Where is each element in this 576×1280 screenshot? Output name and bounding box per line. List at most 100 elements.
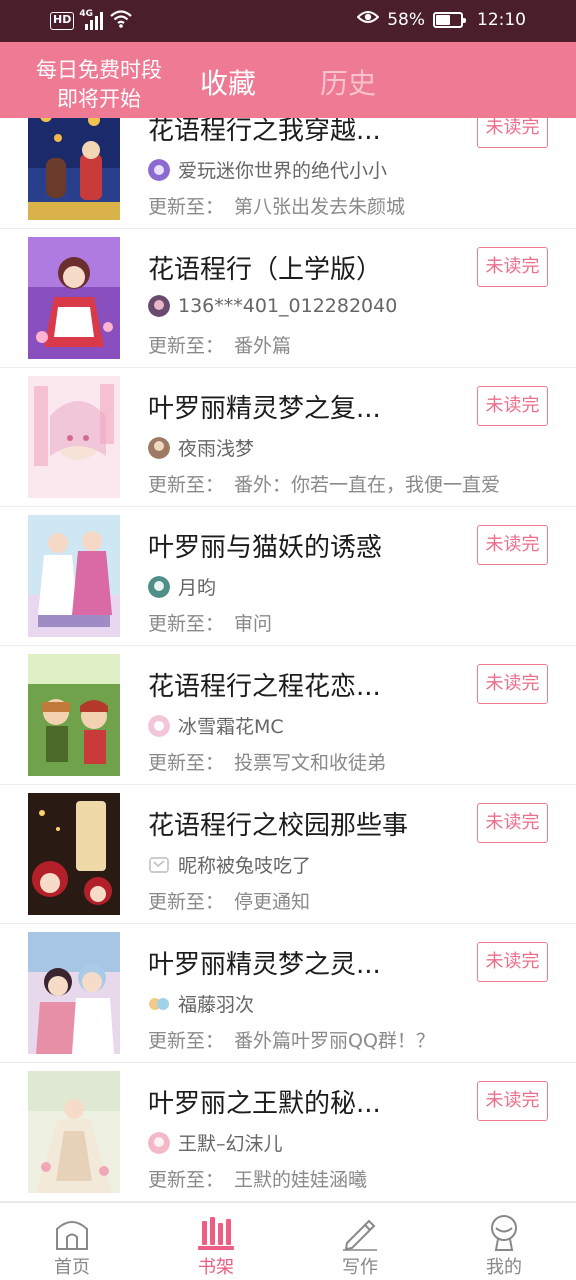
bottom-nav: 首页 书架 写作 我的 [0,1202,576,1280]
book-row[interactable]: 叶罗丽与猫妖的诱惑 月昀 更新至： 审问 未读完 [0,507,576,646]
free-period-banner[interactable]: 每日免费时段 即将开始 [24,56,174,114]
book-title[interactable]: 花语程行之校园那些事 [148,805,458,842]
update-label: 更新至： [148,752,225,774]
author-name: 月昀 [178,577,217,599]
book-cover[interactable] [28,793,120,915]
author-name: 王默–幻沫儿 [178,1133,283,1155]
update-chapter: 第八张出发去朱颜城 [234,196,406,218]
unread-badge[interactable]: 未读完 [477,664,548,704]
update-label: 更新至： [148,335,225,357]
book-row[interactable]: 花语程行（上学版） 136***401_012282040 更新至： 番外篇 未读… [0,229,576,368]
profile-icon [459,1209,549,1251]
update-chapter: 停更通知 [234,891,311,913]
book-row[interactable]: 花语程行之程花恋... 冰雪霜花MC 更新至： 投票写文和收徒弟 未读完 [0,646,576,785]
nav-write[interactable]: 写作 [315,1209,405,1279]
update-label: 更新至： [148,1169,225,1191]
book-cover[interactable] [28,1071,120,1193]
unread-badge[interactable]: 未读完 [477,118,548,148]
unread-badge[interactable]: 未读完 [477,1081,548,1121]
author-avatar [148,436,170,459]
nav-bookshelf-label: 书架 [198,1257,234,1278]
eye-icon [356,9,380,30]
book-author: 月昀 [148,573,216,600]
unread-badge[interactable]: 未读完 [477,386,548,426]
unread-badge[interactable]: 未读完 [477,247,548,287]
update-chapter: 番外篇叶罗丽QQ群！？ [234,1030,435,1052]
book-cover[interactable] [28,237,120,359]
nav-bookshelf[interactable]: 书架 [171,1209,261,1279]
book-title[interactable]: 花语程行（上学版） [148,249,458,286]
book-author: 昵称被兔吱吃了 [148,851,311,878]
book-title[interactable]: 叶罗丽与猫妖的诱惑 [148,527,458,564]
book-cover[interactable] [28,515,120,637]
book-author: 爱玩迷你世界的绝代小小 [148,156,387,183]
book-cover[interactable] [28,932,120,1054]
book-cover[interactable] [28,118,120,220]
bookshelf-list[interactable]: 花语程行之我穿越... 爱玩迷你世界的绝代小小 更新至： 第八张出发去朱颜城 未读… [0,118,576,1202]
tab-history[interactable]: 历史 [320,62,376,102]
book-author: 福藤羽次 [148,990,254,1017]
update-label: 更新至： [148,474,225,496]
book-cover[interactable] [28,376,120,498]
update-label: 更新至： [148,196,225,218]
author-name: 136***401_012282040 [178,295,398,317]
home-icon [27,1209,117,1251]
tab-favorites[interactable]: 收藏 [200,62,256,102]
author-name: 冰雪霜花MC [178,716,284,738]
update-label: 更新至： [148,891,225,913]
latest-update: 更新至： 王默的娃娃涵曦 [148,1165,558,1192]
book-row[interactable]: 叶罗丽精灵梦之复... 夜雨浅梦 更新至： 番外：你若一直在，我便一直爱 未读完 [0,368,576,507]
book-author: 冰雪霜花MC [148,712,284,739]
author-avatar [148,1131,170,1154]
update-chapter: 投票写文和收徒弟 [234,752,387,774]
author-avatar [148,714,170,737]
latest-update: 更新至： 番外篇 [148,331,558,358]
nav-write-label: 写作 [342,1257,378,1278]
update-label: 更新至： [148,613,225,635]
author-name: 昵称被兔吱吃了 [178,855,312,877]
app-header: 每日免费时段 即将开始 收藏 历史 [0,42,576,118]
book-row[interactable]: 花语程行之校园那些事 昵称被兔吱吃了 更新至： 停更通知 未读完 [0,785,576,924]
battery-percent: 58% [387,9,425,30]
nav-profile[interactable]: 我的 [459,1209,549,1279]
latest-update: 更新至： 审问 [148,609,558,636]
status-bar: HD 4G 58% 12:10 [0,0,576,42]
promo-line-1: 每日免费时段 [36,58,162,82]
book-row[interactable]: 花语程行之我穿越... 爱玩迷你世界的绝代小小 更新至： 第八张出发去朱颜城 未读… [0,118,576,229]
bookshelf-icon [171,1209,261,1251]
unread-badge[interactable]: 未读完 [477,525,548,565]
book-title[interactable]: 花语程行之程花恋... [148,666,458,703]
book-title[interactable]: 叶罗丽之王默的秘... [148,1083,458,1120]
book-row[interactable]: 叶罗丽精灵梦之灵... 福藤羽次 更新至： 番外篇叶罗丽QQ群！？ 未读完 [0,924,576,1063]
book-title[interactable]: 叶罗丽精灵梦之灵... [148,944,458,981]
update-label: 更新至： [148,1030,225,1052]
author-avatar [148,295,170,317]
unread-badge[interactable]: 未读完 [477,942,548,982]
book-author: 136***401_012282040 [148,295,397,317]
latest-update: 更新至： 番外：你若一直在，我便一直爱 [148,470,558,497]
author-name: 福藤羽次 [178,994,255,1016]
update-chapter: 番外篇 [234,335,292,357]
latest-update: 更新至： 第八张出发去朱颜城 [148,192,558,219]
author-avatar [148,854,170,876]
clock: 12:10 [477,9,526,30]
book-row[interactable]: 叶罗丽之王默的秘... 王默–幻沫儿 更新至： 王默的娃娃涵曦 未读完 [0,1063,576,1202]
status-left: HD 4G [50,9,133,32]
battery-icon [433,11,466,28]
hd-badge: HD [50,12,75,30]
update-chapter: 审问 [234,613,273,635]
book-title[interactable]: 叶罗丽精灵梦之复... [148,388,458,425]
nav-home[interactable]: 首页 [27,1209,117,1279]
status-right: 58% 12:10 [356,9,526,30]
book-cover[interactable] [28,654,120,776]
book-author: 夜雨浅梦 [148,434,254,461]
wifi-icon [110,10,133,32]
latest-update: 更新至： 番外篇叶罗丽QQ群！？ [148,1026,558,1053]
book-title[interactable]: 花语程行之我穿越... [148,118,458,147]
update-chapter: 番外：你若一直在，我便一直爱 [234,474,501,496]
unread-badge[interactable]: 未读完 [477,803,548,843]
nav-profile-label: 我的 [486,1257,522,1278]
battery-fill [436,14,450,25]
author-avatar [148,158,170,181]
nav-home-label: 首页 [54,1257,90,1278]
